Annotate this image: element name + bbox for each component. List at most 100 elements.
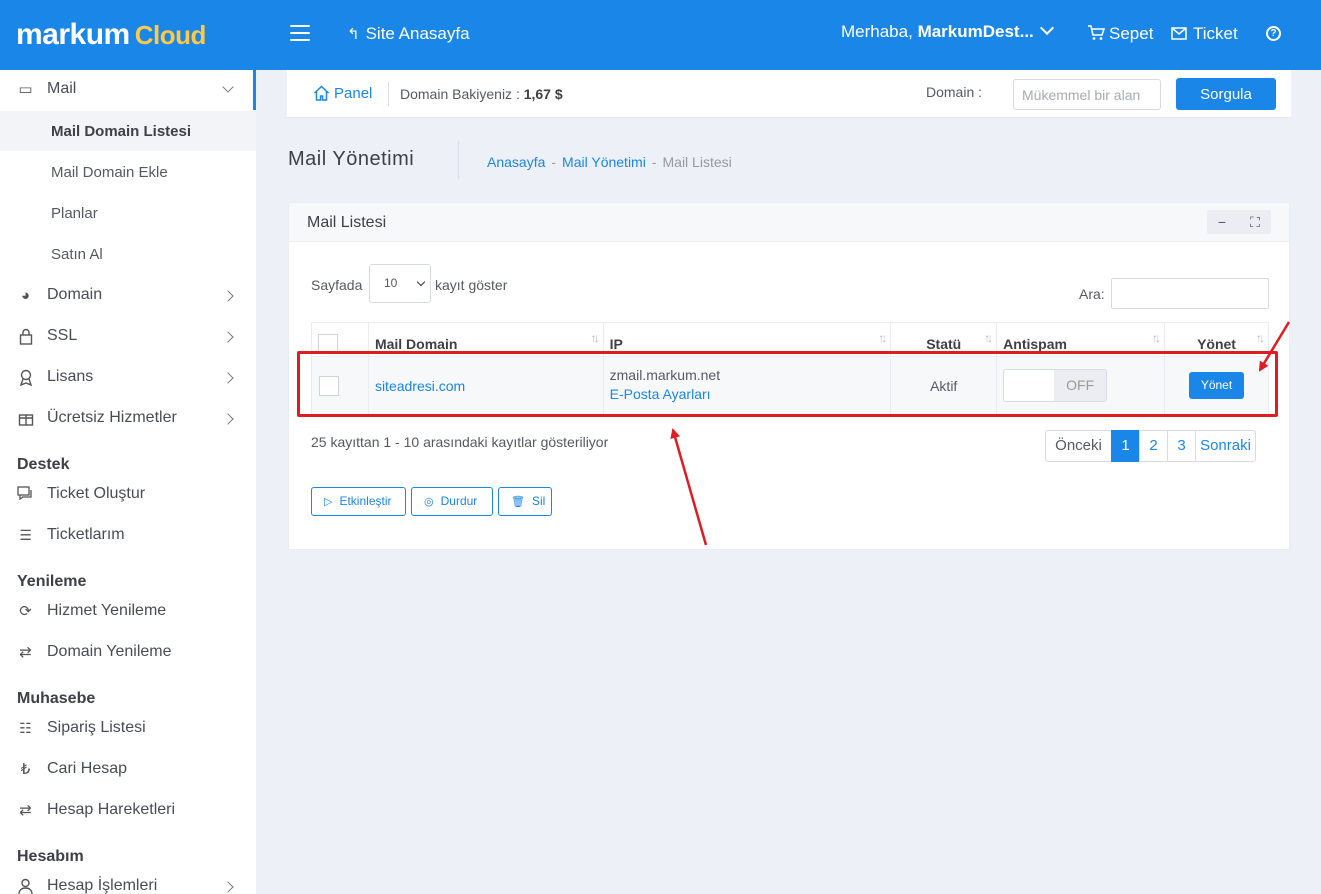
cart-link[interactable]: Sepet (1087, 24, 1153, 44)
card-header: Mail Listesi − ⛶ (289, 203, 1289, 242)
pagination-page-2[interactable]: 2 (1139, 430, 1168, 462)
sidebar-item-domain[interactable]: ◕ Domain (0, 276, 256, 316)
page-length-select[interactable]: 10 (369, 264, 431, 303)
divider (388, 82, 389, 106)
checklist-icon: ☷ (19, 720, 32, 736)
column-antispam[interactable]: Antispam ↑↓ (996, 322, 1166, 357)
table-search-input[interactable] (1111, 278, 1269, 309)
sidebar-item-ssl[interactable]: SSL (0, 317, 256, 357)
sidebar-sub-plans[interactable]: Planlar (0, 193, 256, 233)
row-checkbox[interactable] (319, 375, 339, 396)
sidebar-item-service-renew[interactable]: ⟳ Hizmet Yenileme (0, 592, 256, 632)
column-ip[interactable]: IP ↑↓ (603, 322, 892, 357)
domain-balance: Domain Bakiyeniz : 1,67 $ (400, 86, 563, 102)
select-all-checkbox[interactable] (318, 333, 338, 354)
sidebar-item-account-ops[interactable]: Hesap İşlemleri (0, 867, 256, 894)
inbox-icon: ▭ (18, 81, 33, 98)
status-text: Aktif (930, 377, 958, 394)
help-icon[interactable]: ? (1266, 26, 1281, 41)
pause-button[interactable]: ◎ Durdur (411, 487, 493, 516)
table-header-row: Mail Domain ↑↓ IP ↑↓ Statü ↑↓ Antispam ↑↓ Yö… (311, 322, 1269, 357)
delete-button[interactable]: 🗑 Sil (498, 487, 552, 516)
site-home-link[interactable]: ↰ Site Anasayfa (347, 24, 470, 44)
sidebar-active-indicator (253, 70, 256, 110)
fullscreen-icon[interactable]: ⛶ (1246, 213, 1264, 231)
pagination-page-1[interactable]: 1 (1111, 430, 1140, 462)
envelope-icon (1171, 27, 1187, 40)
antispam-toggle[interactable]: OFF (1003, 369, 1108, 402)
status-cell: Aktif (890, 356, 998, 415)
column-status[interactable]: Statü ↑↓ (890, 322, 998, 357)
card-tools: − ⛶ (1207, 210, 1271, 234)
chevron-right-icon (222, 331, 234, 343)
user-name: MarkumDest... (917, 22, 1034, 41)
minimize-icon[interactable]: − (1213, 213, 1231, 231)
sort-icon: ↑↓ (1256, 331, 1265, 345)
domain-link[interactable]: siteadresi.com (375, 378, 465, 394)
table-row: siteadresi.com zmail.markum.net E-Posta … (311, 356, 1269, 415)
pagination-prev[interactable]: Önceki (1045, 430, 1112, 462)
sidebar-item-domain-renew[interactable]: ⇄ Domain Yenileme (0, 633, 256, 673)
sidebar-heading-hesabim: Hesabım (17, 848, 84, 865)
logo[interactable]: markum Cloud (16, 16, 206, 54)
sidebar-item-order-list[interactable]: ☷ Sipariş Listesi (0, 709, 256, 749)
domain-search-bar: Panel Domain Bakiyeniz : 1,67 $ Domain :… (287, 70, 1291, 118)
chevron-right-icon (222, 372, 234, 384)
column-mail-domain[interactable]: Mail Domain ↑↓ (368, 322, 604, 357)
breadcrumb-home[interactable]: Anasayfa (487, 154, 545, 170)
ticket-link[interactable]: Ticket (1171, 24, 1238, 44)
refresh-icon: ⟳ (19, 603, 32, 620)
chevron-right-icon (222, 290, 234, 302)
sidebar-heading-yenileme: Yenileme (17, 573, 87, 590)
page-title: Mail Yönetimi (288, 148, 415, 170)
sidebar-sub-buy[interactable]: Satın Al (0, 234, 256, 274)
sidebar-item-lisans[interactable]: Lisans (0, 358, 256, 398)
manage-cell: Yönet (1164, 356, 1269, 415)
query-button[interactable]: Sorgula (1176, 78, 1276, 110)
sort-icon: ↑↓ (984, 331, 993, 345)
sidebar-sub-mail-domain-add[interactable]: Mail Domain Ekle (0, 152, 256, 192)
email-settings-link[interactable]: E-Posta Ayarları (610, 386, 885, 402)
breadcrumb: Anasayfa - Mail Yönetimi - Mail Listesi (487, 154, 732, 170)
sidebar-item-ticket-create[interactable]: Ticket Oluştur (0, 475, 256, 515)
pagination-next[interactable]: Sonraki (1195, 430, 1256, 462)
column-manage[interactable]: Yönet ↑↓ (1164, 322, 1269, 357)
award-icon (17, 369, 34, 387)
sort-icon: ↑↓ (1152, 331, 1161, 345)
sidebar-item-mail[interactable]: ▭ Mail (0, 70, 256, 110)
hamburger-menu-icon[interactable] (290, 25, 310, 43)
pagination: Önceki 1 2 3 Sonraki (1045, 430, 1256, 462)
activate-button[interactable]: ▷ Etkinleştir (311, 487, 406, 516)
ip-cell: zmail.markum.net E-Posta Ayarları (603, 356, 892, 415)
table-info: 25 kayıttan 1 - 10 arasındaki kayıtlar g… (311, 434, 609, 450)
sidebar-item-current-account[interactable]: ₺ Cari Hesap (0, 750, 256, 790)
top-navbar: markum Cloud ↰ Site Anasayfa Merhaba, Mark… (0, 0, 1321, 70)
domain-search-input[interactable] (1013, 79, 1161, 110)
user-icon (17, 878, 34, 894)
mail-list-card: Mail Listesi − ⛶ Sayfada 10 kayıt göster… (288, 202, 1290, 550)
play-icon: ▷ (324, 496, 333, 508)
sidebar: ▭ Mail Mail Domain Listesi Mail Domain E… (0, 70, 256, 894)
chevron-down-icon (416, 277, 426, 287)
pagination-page-3[interactable]: 3 (1167, 430, 1196, 462)
chevron-down-icon (1039, 20, 1054, 36)
panel-link[interactable]: Panel (313, 85, 372, 102)
sort-icon: ↑↓ (878, 331, 887, 345)
sort-icon: ↑↓ (590, 331, 600, 345)
manage-button[interactable]: Yönet (1189, 372, 1245, 399)
user-menu[interactable]: Merhaba, MarkumDest... (841, 20, 1054, 42)
sidebar-item-account-movements[interactable]: ⇄ Hesap Hareketleri (0, 791, 256, 831)
return-arrow-icon: ↰ (347, 26, 360, 43)
lock-icon (17, 328, 34, 345)
row-select-cell (311, 356, 369, 415)
length-label-prefix: Sayfada (311, 277, 363, 293)
breadcrumb-mail-management[interactable]: Mail Yönetimi (562, 154, 646, 170)
sidebar-item-free-services[interactable]: Ücretsiz Hizmetler (0, 399, 256, 439)
gift-icon (17, 410, 34, 427)
card-title: Mail Listesi (307, 214, 387, 231)
sidebar-sub-mail-domain-list[interactable]: Mail Domain Listesi (0, 111, 256, 151)
sidebar-item-my-tickets[interactable]: ☰ Ticketlarım (0, 516, 256, 556)
chat-icon (17, 486, 34, 503)
select-all-header (311, 322, 369, 357)
chevron-down-icon (222, 81, 234, 93)
